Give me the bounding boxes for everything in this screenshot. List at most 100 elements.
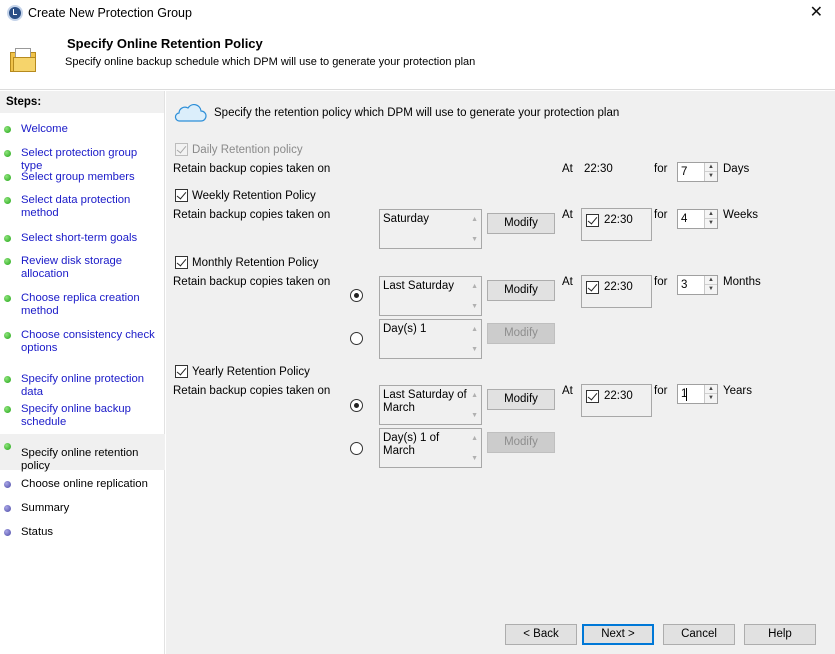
folder-icon xyxy=(10,48,36,72)
step-label: Choose consistency check options xyxy=(21,329,155,354)
wizard-header: Specify Online Retention Policy Specify … xyxy=(0,28,835,90)
monthly-count-spinner[interactable]: 3 ▲ ▼ xyxy=(677,275,718,295)
scroll-down-icon[interactable]: ▼ xyxy=(471,343,478,356)
close-icon[interactable]: ✕ xyxy=(810,2,823,22)
monthly-option1-value: Last Saturday xyxy=(383,280,454,292)
spin-down-icon[interactable]: ▼ xyxy=(705,394,717,403)
help-button[interactable]: Help xyxy=(744,624,816,645)
step-choose-online-replication[interactable]: Choose online replication xyxy=(0,478,165,492)
daily-count-spinner[interactable]: 7 ▲ ▼ xyxy=(677,162,718,182)
spin-up-icon[interactable]: ▲ xyxy=(705,163,717,172)
title-bar: Create New Protection Group ✕ xyxy=(0,0,835,28)
step-label: Review disk storage allocation xyxy=(21,255,123,280)
yearly-at-label: At xyxy=(562,385,573,397)
step-label: Choose online replication xyxy=(21,478,148,490)
daily-unit-label: Days xyxy=(723,163,750,175)
cancel-button[interactable]: Cancel xyxy=(663,624,735,645)
complete-icon xyxy=(4,295,11,302)
step-select-group-members[interactable]: Select group members xyxy=(0,171,165,185)
scroll-up-icon[interactable]: ▲ xyxy=(471,213,478,226)
monthly-option1-list[interactable]: Last Saturday ▲ ▼ xyxy=(379,276,482,316)
monthly-time-value: 22:30 xyxy=(604,281,633,293)
daily-retention-checkbox[interactable] xyxy=(175,143,188,156)
scroll-down-icon[interactable]: ▼ xyxy=(471,409,478,422)
spin-down-icon[interactable]: ▼ xyxy=(705,219,717,228)
weekly-retention-checkbox[interactable] xyxy=(175,189,188,202)
scroll-down-icon[interactable]: ▼ xyxy=(471,300,478,313)
scroll-up-icon[interactable]: ▲ xyxy=(471,323,478,336)
monthly-retention-checkbox[interactable] xyxy=(175,256,188,269)
monthly-option2-modify-button[interactable]: Modify xyxy=(487,323,555,344)
scroll-down-icon[interactable]: ▼ xyxy=(471,233,478,246)
yearly-for-label: for xyxy=(654,385,668,397)
weekly-modify-button[interactable]: Modify xyxy=(487,213,555,234)
spin-down-icon[interactable]: ▼ xyxy=(705,285,717,294)
spin-down-icon[interactable]: ▼ xyxy=(705,172,717,181)
page-title: Specify Online Retention Policy xyxy=(67,36,263,51)
monthly-option1-radio[interactable] xyxy=(350,289,363,302)
window-title: Create New Protection Group xyxy=(28,6,192,20)
step-specify-online-retention-policy[interactable]: Specify online retention policy xyxy=(0,434,165,472)
daily-for-label: for xyxy=(654,163,668,175)
step-choose-replica-creation-method[interactable]: Choose replica creation method xyxy=(0,292,165,319)
retention-policy-panel: Specify the retention policy which DPM w… xyxy=(166,91,835,654)
monthly-time-checkbox[interactable] xyxy=(586,281,599,294)
back-button[interactable]: < Back xyxy=(505,624,577,645)
yearly-time-checkbox[interactable] xyxy=(586,390,599,403)
step-status[interactable]: Status xyxy=(0,526,165,540)
weekly-count-spinner[interactable]: 4 ▲ ▼ xyxy=(677,209,718,229)
step-review-disk-storage-allocation[interactable]: Review disk storage allocation xyxy=(0,255,165,282)
daily-time-value: 22:30 xyxy=(584,163,613,175)
yearly-option2-modify-button[interactable]: Modify xyxy=(487,432,555,453)
complete-icon xyxy=(4,376,11,383)
monthly-option2-list[interactable]: Day(s) 1 ▲ ▼ xyxy=(379,319,482,359)
monthly-retain-label: Retain backup copies taken on xyxy=(173,276,331,288)
monthly-retention-label: Monthly Retention Policy xyxy=(192,257,319,269)
complete-icon xyxy=(4,197,11,204)
weekly-for-label: for xyxy=(654,209,668,221)
dpm-app-icon xyxy=(7,5,23,21)
yearly-option1-modify-button[interactable]: Modify xyxy=(487,389,555,410)
scroll-up-icon[interactable]: ▲ xyxy=(471,389,478,402)
weekly-time-checkbox[interactable] xyxy=(586,214,599,227)
step-select-protection-group-type[interactable]: Select protection group type xyxy=(0,147,165,172)
yearly-time-value: 22:30 xyxy=(604,390,633,402)
spin-up-icon[interactable]: ▲ xyxy=(705,210,717,219)
monthly-at-label: At xyxy=(562,276,573,288)
spin-up-icon[interactable]: ▲ xyxy=(705,276,717,285)
steps-panel: Steps: Welcome Select protection group t… xyxy=(0,91,165,654)
monthly-option1-modify-button[interactable]: Modify xyxy=(487,280,555,301)
scroll-up-icon[interactable]: ▲ xyxy=(471,280,478,293)
complete-icon xyxy=(4,235,11,242)
step-label: Select protection group type xyxy=(21,147,138,172)
weekly-retention-label: Weekly Retention Policy xyxy=(192,190,316,202)
step-select-data-protection-method[interactable]: Select data protection method xyxy=(0,194,165,221)
step-summary[interactable]: Summary xyxy=(0,502,165,516)
scroll-down-icon[interactable]: ▼ xyxy=(471,452,478,465)
weekly-time-value: 22:30 xyxy=(604,214,633,226)
yearly-option2-radio[interactable] xyxy=(350,442,363,455)
yearly-option1-radio[interactable] xyxy=(350,399,363,412)
pending-icon xyxy=(4,529,11,536)
spin-up-icon[interactable]: ▲ xyxy=(705,385,717,394)
step-specify-online-protection-data[interactable]: Specify online protection data xyxy=(0,373,165,398)
yearly-retention-checkbox[interactable] xyxy=(175,365,188,378)
daily-at-label: At xyxy=(562,163,573,175)
step-welcome[interactable]: Welcome xyxy=(0,123,165,137)
weekly-day-list[interactable]: Saturday ▲ ▼ xyxy=(379,209,482,249)
next-button[interactable]: Next > xyxy=(582,624,654,645)
step-label: Select group members xyxy=(21,171,135,183)
yearly-option2-list[interactable]: Day(s) 1 of March ▲ ▼ xyxy=(379,428,482,468)
yearly-count-spinner[interactable]: 1 ▲ ▼ xyxy=(677,384,718,404)
step-select-short-term-goals[interactable]: Select short-term goals xyxy=(0,232,165,246)
yearly-option2-value: Day(s) 1 of March xyxy=(383,432,440,457)
step-label: Status xyxy=(21,526,54,538)
step-specify-online-backup-schedule[interactable]: Specify online backup schedule xyxy=(0,403,165,430)
scroll-up-icon[interactable]: ▲ xyxy=(471,432,478,445)
weekly-retain-label: Retain backup copies taken on xyxy=(173,209,331,221)
yearly-option1-list[interactable]: Last Saturday of March ▲ ▼ xyxy=(379,385,482,425)
step-label: Specify online backup schedule xyxy=(21,403,131,428)
monthly-option2-radio[interactable] xyxy=(350,332,363,345)
complete-icon xyxy=(4,150,11,157)
step-choose-consistency-check-options[interactable]: Choose consistency check options xyxy=(0,329,165,356)
